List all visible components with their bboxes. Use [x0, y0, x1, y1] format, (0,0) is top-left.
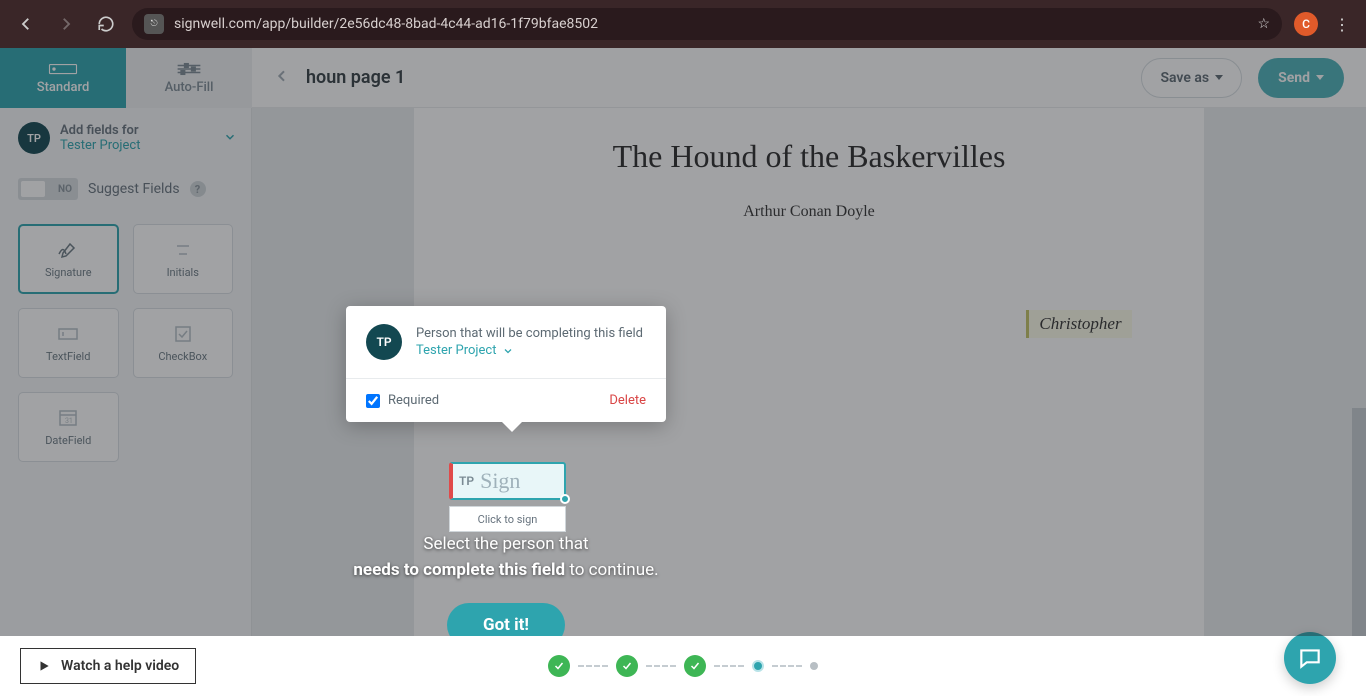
field-initials[interactable]: Initials [133, 224, 234, 294]
suggest-toggle[interactable]: NO [18, 178, 78, 200]
topbar-back-button[interactable] [274, 68, 290, 88]
suggest-fields-row: NO Suggest Fields ? [0, 168, 251, 220]
signer-text: Add fields for Tester Project [60, 123, 213, 153]
signature-field-text: Sign [480, 468, 520, 494]
signature-field-initials: TP [459, 474, 474, 488]
toggle-state-label: NO [58, 184, 72, 195]
url-bar[interactable]: ⎋ signwell.com/app/builder/2e56dc48-8bad… [132, 8, 1282, 40]
step-3-done[interactable] [684, 655, 706, 677]
page-heading: The Hound of the Baskervilles [474, 138, 1144, 175]
tutorial-callout: Select the person that needs to complete… [340, 532, 672, 636]
document-title: houn page 1 [306, 67, 405, 88]
resize-handle-icon[interactable] [560, 494, 570, 504]
url-text: signwell.com/app/builder/2e56dc48-8bad-4… [174, 16, 1247, 32]
signer-selector[interactable]: TP Add fields for Tester Project [0, 108, 251, 168]
existing-signature[interactable]: Christopher [1026, 310, 1132, 338]
footer-bar: Watch a help video [0, 636, 1366, 696]
step-5-future[interactable] [810, 662, 818, 670]
field-settings-popover: TP Person that will be completing this f… [346, 306, 666, 422]
required-label: Required [388, 393, 439, 408]
site-info-icon[interactable]: ⎋ [144, 14, 164, 34]
profile-avatar[interactable]: C [1294, 12, 1318, 36]
signer-label-line1: Add fields for [60, 123, 213, 138]
browser-menu-icon[interactable]: ⋮ [1330, 15, 1354, 34]
required-checkbox[interactable] [366, 394, 380, 408]
field-signature[interactable]: Signature [18, 224, 119, 294]
send-button[interactable]: Send [1258, 58, 1344, 98]
field-datefield[interactable]: 31 DateField [18, 392, 119, 462]
signature-field[interactable]: TP Sign [449, 462, 566, 500]
caret-down-icon [1215, 75, 1223, 80]
scrollbar-track[interactable] [1352, 168, 1366, 636]
chat-icon [1297, 645, 1323, 671]
chat-fab[interactable] [1284, 632, 1336, 684]
chevron-down-icon [223, 129, 237, 148]
field-datefield-label: DateField [45, 434, 91, 447]
field-textfield[interactable]: TextField [18, 308, 119, 378]
tab-autofill-label: Auto-Fill [165, 80, 214, 95]
suggest-label: Suggest Fields [88, 181, 180, 197]
browser-chrome: ⎋ signwell.com/app/builder/2e56dc48-8bad… [0, 0, 1366, 48]
tab-autofill[interactable]: Auto-Fill [126, 48, 252, 108]
tutorial-text-line1: Select the person that [423, 534, 588, 554]
svg-text:31: 31 [65, 417, 73, 425]
watch-help-video-button[interactable]: Watch a help video [20, 648, 196, 684]
caret-down-icon [1316, 75, 1324, 80]
signer-label-line2: Tester Project [60, 138, 213, 153]
save-as-button[interactable]: Save as [1141, 58, 1242, 98]
page-author: Arthur Conan Doyle [474, 203, 1144, 221]
popover-avatar: TP [366, 324, 402, 360]
got-it-button[interactable]: Got it! [447, 603, 565, 636]
play-icon [37, 659, 51, 673]
help-icon[interactable]: ? [190, 181, 206, 197]
click-to-sign-tooltip: Click to sign [449, 506, 566, 532]
field-initials-label: Initials [167, 266, 199, 279]
sidebar-mode-tabs: Standard Auto-Fill [0, 48, 252, 108]
popover-label: Person that will be completing this fiel… [416, 326, 643, 341]
step-1-done[interactable] [548, 655, 570, 677]
fields-sidebar: TP Add fields for Tester Project NO Sugg… [0, 48, 252, 636]
popover-signer-selector[interactable]: Tester Project [416, 343, 643, 358]
field-checkbox-label: CheckBox [158, 350, 207, 363]
tab-standard-label: Standard [37, 80, 90, 95]
required-checkbox-row[interactable]: Required [366, 393, 439, 408]
nav-reload-button[interactable] [92, 10, 120, 38]
tab-standard[interactable]: Standard [0, 48, 126, 108]
tutorial-text-bold: needs to complete this field [353, 560, 565, 580]
signer-avatar: TP [18, 122, 50, 154]
step-4-current[interactable] [752, 660, 764, 672]
tutorial-text-tail: to continue. [565, 560, 658, 580]
scrollbar-thumb[interactable] [1352, 408, 1366, 636]
step-2-done[interactable] [616, 655, 638, 677]
progress-steps [548, 655, 818, 677]
field-palette: Signature Initials TextField CheckBox 31… [0, 220, 251, 466]
field-checkbox[interactable]: CheckBox [133, 308, 234, 378]
delete-field-link[interactable]: Delete [609, 393, 646, 408]
bookmark-star-icon[interactable]: ☆ [1257, 16, 1270, 32]
topbar: houn page 1 Save as Send [252, 48, 1366, 108]
chevron-down-icon [502, 345, 514, 357]
nav-back-button[interactable] [12, 10, 40, 38]
field-signature-label: Signature [45, 266, 92, 279]
field-textfield-label: TextField [46, 350, 90, 363]
toggle-knob [21, 181, 45, 197]
app-root: Standard Auto-Fill TP Add fields for Tes… [0, 48, 1366, 696]
nav-forward-button[interactable] [52, 10, 80, 38]
app-main: Standard Auto-Fill TP Add fields for Tes… [0, 48, 1366, 636]
